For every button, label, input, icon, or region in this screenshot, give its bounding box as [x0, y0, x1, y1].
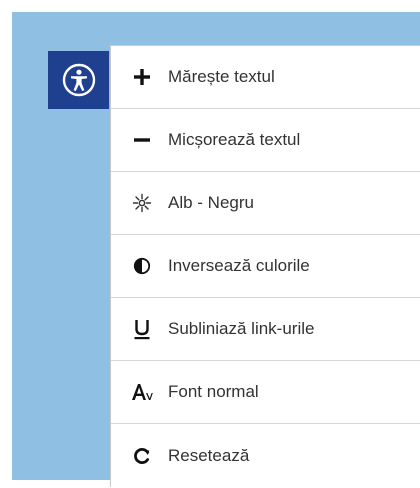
menu-item-underline-links[interactable]: Subliniază link-urile — [111, 298, 420, 361]
menu-item-label: Alb - Negru — [168, 193, 254, 212]
menu-item-label: Font normal — [168, 382, 259, 401]
accessibility-toggle-button[interactable] — [48, 51, 109, 109]
menu-item-increase-text[interactable]: Mărește textul — [111, 46, 420, 109]
menu-item-label: Resetează — [168, 445, 250, 465]
contrast-icon — [131, 255, 153, 277]
reset-icon — [131, 445, 153, 467]
font-icon — [131, 381, 153, 403]
accessibility-menu: Mărește textul Micșorează textul Alb - N… — [110, 45, 420, 487]
menu-item-grayscale[interactable]: Alb - Negru — [111, 172, 420, 235]
menu-item-label: Micșorează textul — [168, 130, 301, 149]
menu-item-label: Mărește textul — [168, 67, 275, 86]
menu-item-label: Inversează culorile — [168, 256, 310, 275]
menu-item-reset[interactable]: Resetează — [111, 424, 420, 487]
grayscale-icon — [131, 192, 153, 214]
menu-item-invert-colors[interactable]: Inversează culorile — [111, 235, 420, 298]
underline-icon — [131, 318, 153, 340]
plus-icon — [131, 66, 153, 88]
minus-icon — [131, 129, 153, 151]
menu-item-normal-font[interactable]: Font normal — [111, 361, 420, 424]
accessibility-icon — [62, 63, 96, 97]
menu-item-decrease-text[interactable]: Micșorează textul — [111, 109, 420, 172]
menu-item-label: Subliniază link-urile — [168, 319, 315, 338]
